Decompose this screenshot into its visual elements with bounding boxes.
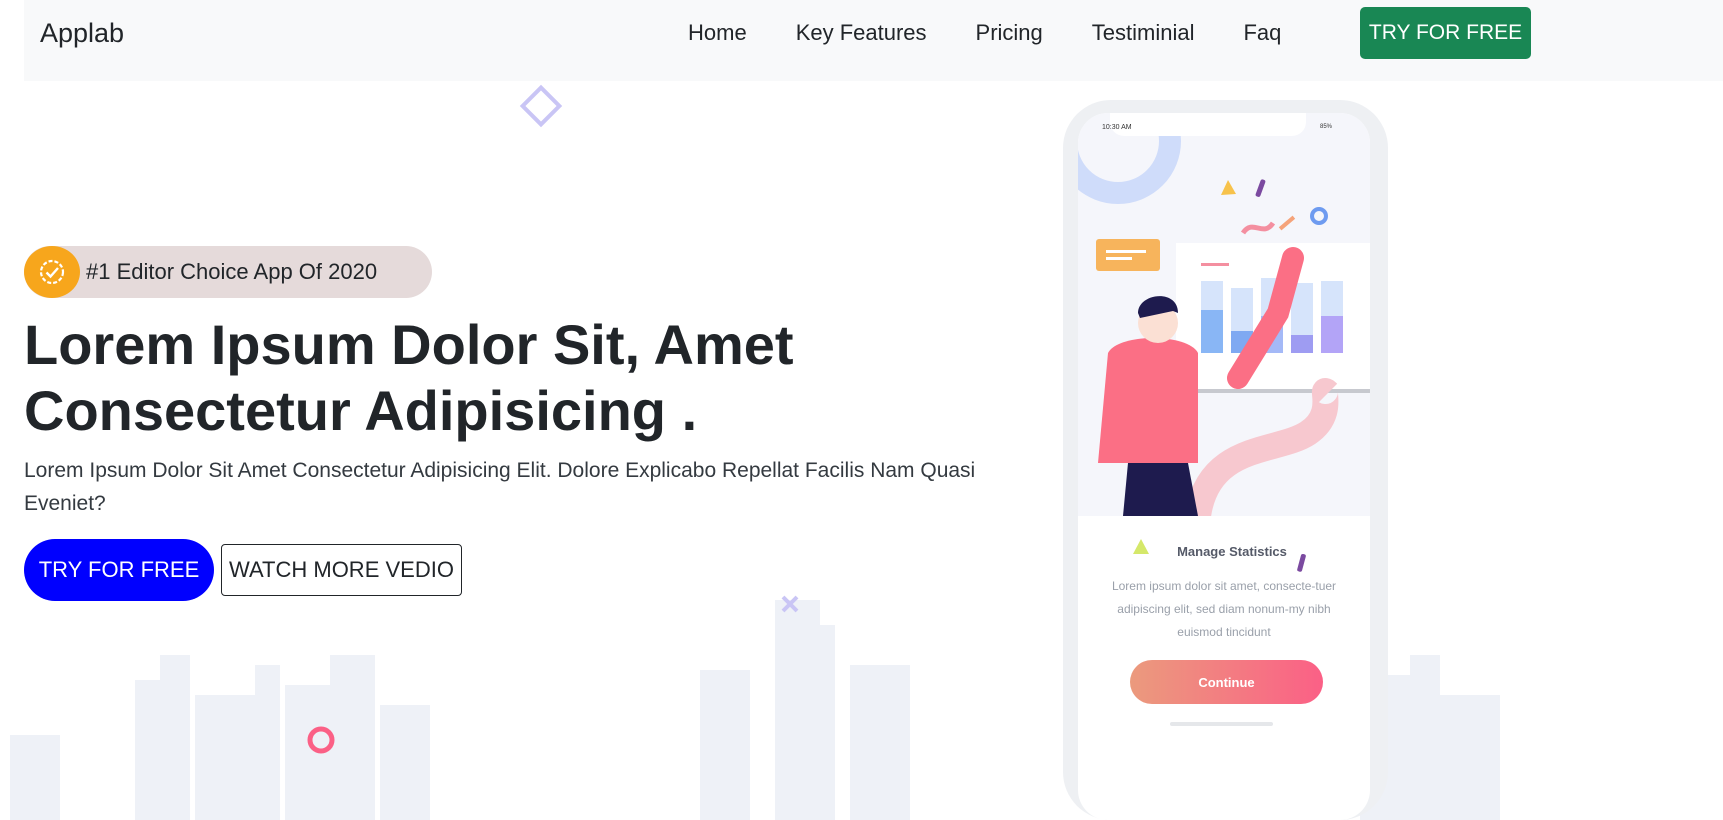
- badge-text: #1 Editor Choice App Of 2020: [86, 259, 378, 284]
- diamond-outline-icon: [519, 84, 563, 128]
- continue-button[interactable]: Continue: [1130, 660, 1323, 704]
- city-skyline-background: [10, 595, 1500, 820]
- phone-notch: [1110, 113, 1306, 136]
- nav-link-faq[interactable]: Faq: [1243, 20, 1281, 46]
- brand-logo[interactable]: Applab: [40, 18, 124, 49]
- status-time: 10:30 AM: [1102, 124, 1132, 131]
- status-battery: 85%: [1320, 124, 1333, 130]
- phone-screen: 10:30 AM 85% Manage Statistics Lorem ips…: [1078, 113, 1370, 820]
- home-indicator: [1170, 722, 1273, 726]
- hero-subtitle: Lorem Ipsum Dolor Sit Amet Consectetur A…: [24, 459, 976, 515]
- illustration-area: 10:30 AM 85%: [1078, 113, 1370, 516]
- presenter-illustration: [1078, 113, 1370, 516]
- nav-link-key-features[interactable]: Key Features: [796, 20, 927, 46]
- hero-title: Lorem Ipsum Dolor Sit, Amet Consectetur …: [24, 313, 794, 442]
- nav-link-testimonial[interactable]: Testiminial: [1092, 20, 1195, 46]
- watch-video-button[interactable]: WATCH MORE VEDIO: [221, 544, 462, 596]
- card-text: Lorem ipsum dolor sit amet, consecte-tue…: [1111, 579, 1337, 639]
- card-title: Manage Statistics: [1177, 544, 1287, 559]
- nav-link-home[interactable]: Home: [688, 20, 747, 46]
- navbar: Applab Home Key Features Pricing Testimi…: [24, 0, 1723, 81]
- try-free-button[interactable]: TRY FOR FREE: [24, 539, 214, 601]
- nav-links: Home Key Features Pricing Testiminial Fa…: [688, 20, 1330, 46]
- verified-check-icon: [24, 246, 80, 298]
- nav-try-free-button[interactable]: TRY FOR FREE: [1360, 7, 1531, 59]
- nav-link-pricing[interactable]: Pricing: [976, 20, 1043, 46]
- editor-choice-badge: #1 Editor Choice App Of 2020: [24, 246, 432, 298]
